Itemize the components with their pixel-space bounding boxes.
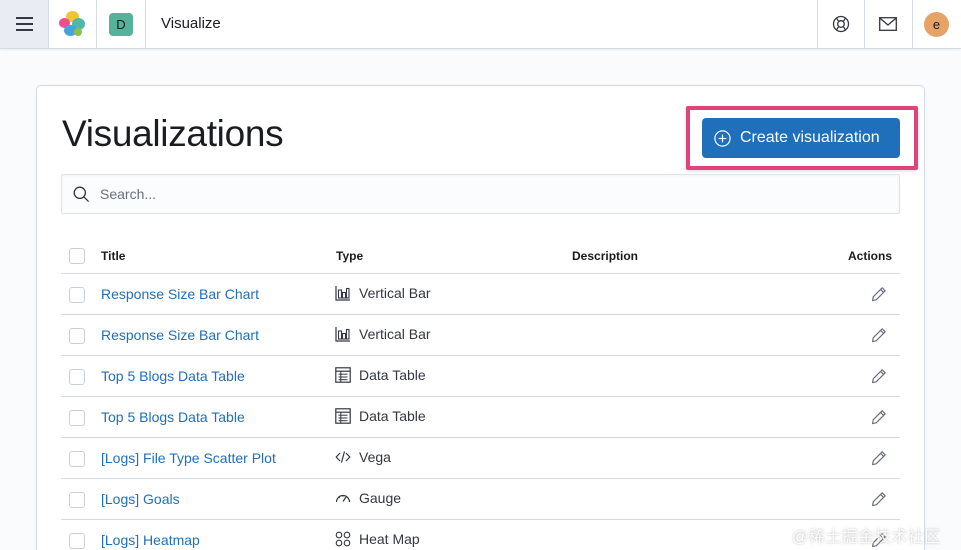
type-label: Heat Map (359, 531, 420, 547)
heatmap-icon (335, 531, 351, 547)
edit-button[interactable] (871, 368, 887, 389)
page-title: Visualizations (62, 113, 284, 154)
header-divider (145, 0, 146, 48)
visualization-title-link[interactable]: [Logs] Heatmap (101, 532, 200, 548)
header-divider (96, 0, 97, 48)
visualization-type: Vega (335, 449, 391, 465)
elastic-logo-icon[interactable] (59, 11, 85, 37)
pencil-icon (872, 369, 886, 384)
edit-button[interactable] (871, 491, 887, 512)
visualization-title-link[interactable]: Response Size Bar Chart (101, 327, 259, 343)
data-table-icon (335, 408, 351, 424)
vertical-bar-icon (335, 327, 350, 342)
visualization-title-link[interactable]: Response Size Bar Chart (101, 286, 259, 302)
row-checkbox[interactable] (69, 492, 85, 508)
visualization-type: Gauge (335, 490, 401, 506)
visualization-title-link[interactable]: Top 5 Blogs Data Table (101, 409, 245, 425)
search-input[interactable] (100, 175, 890, 213)
data-table-icon (335, 367, 351, 383)
visualization-type: Heat Map (335, 531, 420, 547)
pencil-icon (872, 287, 886, 302)
column-header-actions: Actions (848, 249, 893, 263)
news-feed-button[interactable] (879, 17, 897, 36)
table-row: Top 5 Blogs Data Table Data Table (61, 397, 900, 438)
column-header-title[interactable]: Title (101, 249, 125, 263)
visualization-type: Data Table (335, 408, 426, 424)
type-label: Gauge (359, 490, 402, 506)
top-navigation-bar: D Visualize e (0, 0, 961, 49)
edit-button[interactable] (871, 450, 887, 471)
gauge-icon (335, 494, 351, 503)
row-checkbox[interactable] (69, 328, 85, 344)
table-row: Response Size Bar Chart Vertical Bar (61, 274, 900, 315)
search-icon (73, 186, 90, 203)
type-label: Vertical Bar (359, 326, 431, 342)
select-all-checkbox[interactable] (69, 248, 85, 264)
watermark: @稀土掘金技术社区 (792, 529, 941, 546)
edit-button[interactable] (871, 409, 887, 430)
table-row: [Logs] Heatmap Heat Map (61, 520, 900, 550)
table-row: Response Size Bar Chart Vertical Bar (61, 315, 900, 356)
visualizations-table: Title Type Description Actions Response … (61, 236, 900, 550)
row-checkbox[interactable] (69, 369, 85, 385)
visualization-type: Data Table (335, 367, 426, 383)
table-row: [Logs] File Type Scatter Plot Vega (61, 438, 900, 479)
header-divider (912, 0, 913, 48)
table-header-row: Title Type Description Actions (61, 236, 900, 274)
visualization-title-link[interactable]: [Logs] File Type Scatter Plot (101, 450, 276, 466)
edit-button[interactable] (871, 286, 887, 307)
space-avatar[interactable]: D (109, 13, 133, 36)
row-checkbox[interactable] (69, 451, 85, 467)
row-checkbox[interactable] (69, 287, 85, 303)
vega-code-icon (335, 451, 351, 463)
row-checkbox[interactable] (69, 410, 85, 426)
help-icon (832, 15, 850, 33)
create-visualization-label: Create visualization (740, 129, 880, 146)
mail-icon (879, 17, 897, 31)
create-visualization-button[interactable]: Create visualization (702, 118, 900, 158)
table-row: Top 5 Blogs Data Table Data Table (61, 356, 900, 397)
menu-button[interactable] (0, 0, 49, 48)
breadcrumb-app-title: Visualize (161, 15, 221, 32)
visualization-title-link[interactable]: [Logs] Goals (101, 491, 180, 507)
help-button[interactable] (832, 15, 850, 38)
pencil-icon (872, 451, 886, 466)
row-checkbox[interactable] (69, 533, 85, 549)
user-avatar[interactable]: e (924, 12, 949, 37)
type-label: Data Table (359, 408, 426, 424)
visualization-type: Vertical Bar (335, 326, 431, 342)
type-label: Vega (359, 449, 391, 465)
table-row: [Logs] Goals Gauge (61, 479, 900, 520)
pencil-icon (872, 328, 886, 343)
visualization-title-link[interactable]: Top 5 Blogs Data Table (101, 368, 245, 384)
pencil-icon (872, 492, 886, 507)
header-divider (864, 0, 865, 48)
header-divider (817, 0, 818, 48)
vertical-bar-icon (335, 286, 350, 301)
type-label: Data Table (359, 367, 426, 383)
column-header-description: Description (572, 249, 639, 263)
visualization-type: Vertical Bar (335, 285, 431, 301)
plus-circle-icon (714, 129, 731, 147)
edit-button[interactable] (871, 327, 887, 348)
pencil-icon (872, 410, 886, 425)
search-bar (61, 174, 900, 214)
type-label: Vertical Bar (359, 285, 431, 301)
column-header-type[interactable]: Type (336, 249, 363, 263)
